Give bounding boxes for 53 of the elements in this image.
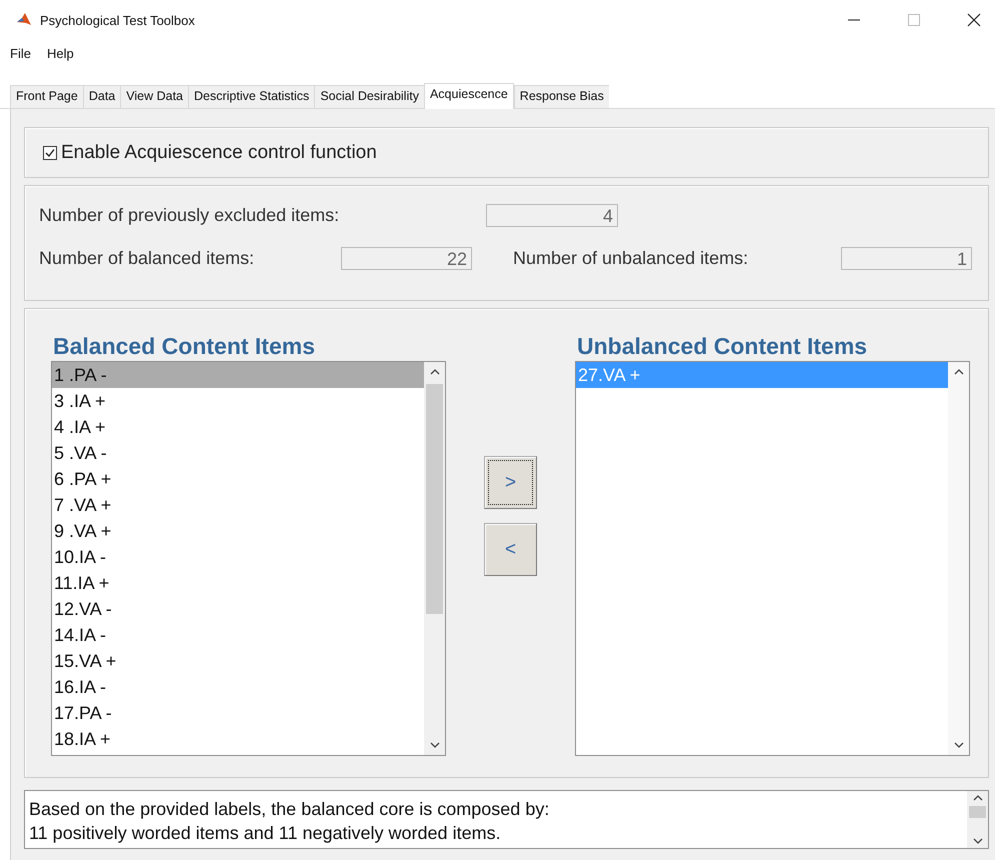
list-item[interactable]: 9 .VA + — [52, 518, 424, 544]
scrollbar[interactable] — [948, 362, 969, 755]
enable-checkbox[interactable]: Enable Acquiescence control function — [43, 142, 377, 164]
list-item[interactable]: 6 .PA + — [52, 466, 424, 492]
scrollbar-thumb[interactable] — [426, 384, 443, 614]
count-label: Number of balanced items: — [39, 248, 256, 269]
list-item[interactable]: 14.IA - — [52, 622, 424, 648]
list-item[interactable]: 17.PA - — [52, 700, 424, 726]
scrollbar[interactable] — [967, 791, 988, 848]
count-label: Number of unbalanced items: — [513, 248, 750, 269]
list-item[interactable]: 18.IA + — [52, 726, 424, 752]
tab[interactable]: Response Bias — [514, 85, 609, 108]
scroll-down-icon[interactable] — [954, 741, 964, 749]
list-item[interactable]: 5 .VA - — [52, 440, 424, 466]
list-item[interactable]: 11.IA + — [52, 570, 424, 596]
scroll-down-icon[interactable] — [972, 837, 982, 845]
count-field: 4 — [486, 204, 618, 227]
tab[interactable]: Data — [82, 85, 120, 108]
list-heading: Balanced Content Items — [52, 332, 316, 361]
summary-line: 11 positively worded items and 11 negatively worded items. — [29, 822, 502, 845]
list-item[interactable]: 4 .IA + — [52, 414, 424, 440]
app-logo-icon — [16, 12, 32, 28]
list-item[interactable]: 15.VA + — [52, 648, 424, 674]
scroll-up-icon[interactable] — [430, 368, 440, 376]
tab[interactable]: Descriptive Statistics — [188, 85, 314, 108]
tab[interactable]: Social Desirability — [314, 85, 424, 108]
move-button[interactable]: > — [484, 456, 537, 509]
close-icon[interactable] — [967, 13, 981, 27]
menu-item[interactable]: Help — [46, 46, 74, 60]
list-item[interactable]: 10.IA - — [52, 544, 424, 570]
move-button[interactable]: < — [484, 523, 537, 576]
list-item[interactable]: 12.VA - — [52, 596, 424, 622]
scroll-up-icon[interactable] — [972, 794, 982, 802]
menu-item[interactable]: File — [10, 46, 31, 60]
scroll-down-icon[interactable] — [430, 741, 440, 749]
scrollbar[interactable] — [424, 362, 445, 755]
tab[interactable]: View Data — [120, 85, 188, 108]
count-field: 1 — [841, 247, 972, 270]
list-item[interactable]: 3 .IA + — [52, 388, 424, 414]
scrollbar-thumb[interactable] — [969, 806, 986, 818]
list-item[interactable]: 1 .PA - — [52, 362, 424, 388]
count-field: 22 — [341, 247, 472, 270]
window-title: Psychological Test Toolbox — [40, 12, 195, 28]
tab[interactable]: Acquiescence — [424, 83, 514, 109]
scroll-up-icon[interactable] — [954, 368, 964, 376]
checkbox-icon[interactable] — [43, 146, 57, 160]
list-item[interactable]: 16.IA - — [52, 674, 424, 700]
list-item[interactable]: 7 .VA + — [52, 492, 424, 518]
count-label: Number of previously excluded items: — [39, 205, 340, 226]
summary-line: Based on the provided labels, the balanced core is composed by: — [29, 798, 550, 821]
balanced-listbox[interactable]: 1 .PA - 3 .IA + 4 .IA + 5 .VA - 6 .PA + 7 .VA + 9 .VA + 10.IA - 11.IA + 12.VA - 14.IA - 15.VA + 16.IA - 17.PA - 18.IA + — [51, 361, 446, 756]
list-heading: Unbalanced Content Items — [576, 332, 868, 361]
tab[interactable]: Front Page — [10, 85, 83, 108]
